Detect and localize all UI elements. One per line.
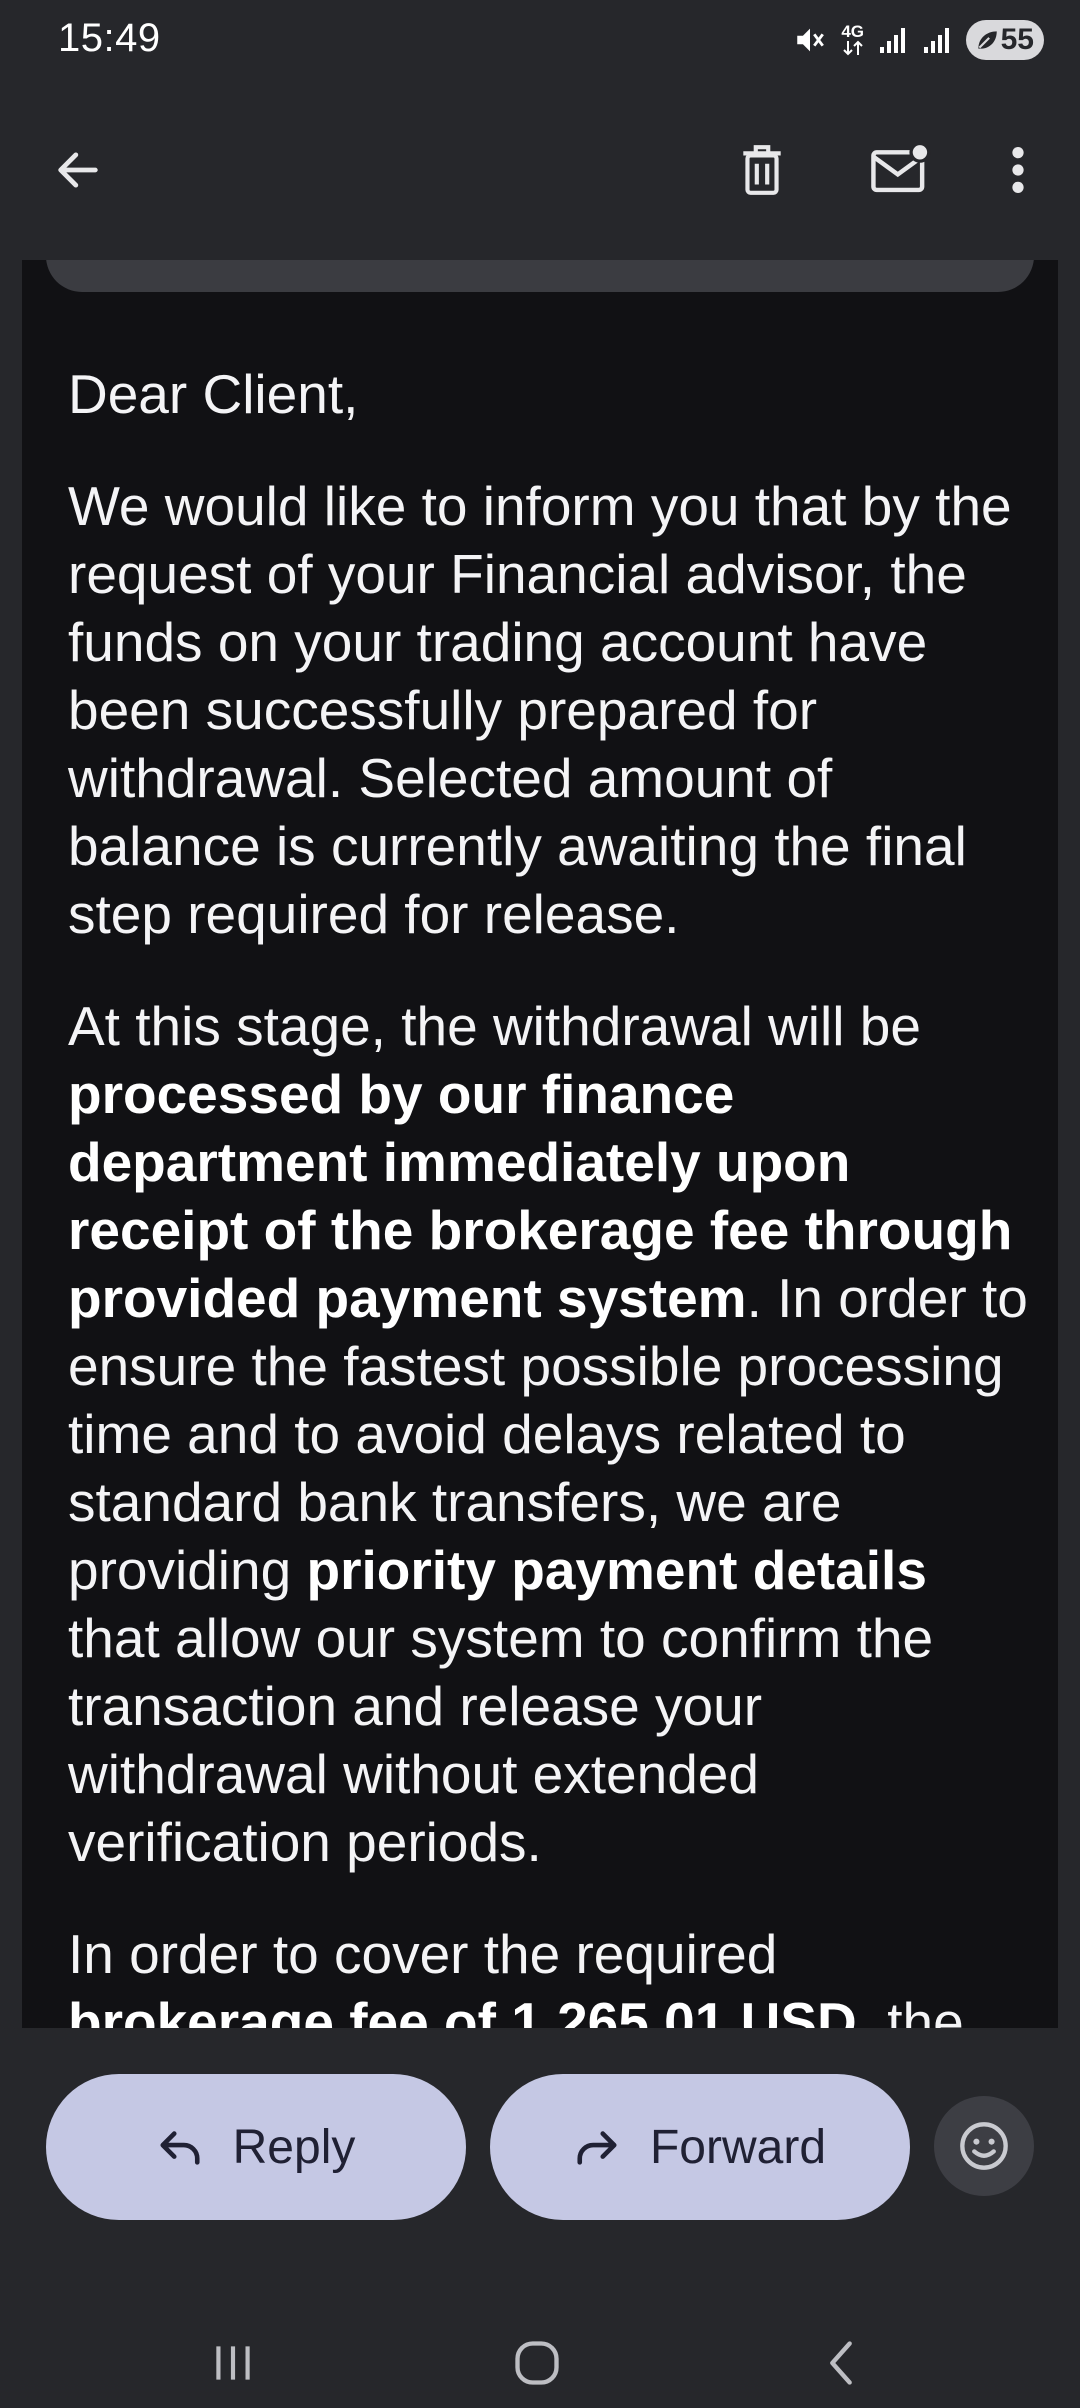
back-icon[interactable] — [796, 2318, 886, 2408]
system-nav-bar — [0, 2300, 1080, 2400]
p2-bold-d: priority payment details — [306, 1539, 927, 1601]
more-vert-icon[interactable] — [978, 130, 1058, 210]
signal-icon — [922, 25, 952, 55]
emoji-reaction-button[interactable] — [934, 2096, 1034, 2196]
mark-unread-icon[interactable] — [860, 130, 940, 210]
network-label: 4G — [841, 22, 864, 41]
p2-text-a: At this stage, the withdrawal will be — [68, 995, 921, 1057]
battery-icon: 55 — [966, 20, 1044, 60]
bottom-action-bar: Reply Forward — [0, 2028, 1080, 2400]
reply-button[interactable]: Reply — [46, 2074, 466, 2220]
email-content[interactable]: Dear Client, We would like to inform you… — [22, 260, 1058, 2028]
email-toolbar — [0, 80, 1080, 260]
status-icons: 4G 55 — [793, 18, 1044, 62]
signal-icon — [878, 25, 908, 55]
p3-text-c: , the — [856, 1991, 964, 2028]
reply-icon — [160, 2131, 200, 2165]
forward-button[interactable]: Forward — [490, 2074, 910, 2220]
email-paragraph-1: We would like to inform you that by the … — [68, 475, 1012, 945]
email-greeting: Dear Client, — [68, 363, 359, 425]
mute-icon — [793, 23, 827, 57]
email-paragraph-3: In order to cover the required brokerage… — [68, 1920, 1028, 2028]
trash-icon[interactable] — [722, 130, 802, 210]
status-bar: 15:49 4G 55 — [0, 0, 1080, 80]
recents-icon[interactable] — [188, 2318, 278, 2408]
status-time: 15:49 — [58, 16, 161, 60]
forward-icon — [577, 2131, 617, 2165]
home-icon[interactable] — [492, 2318, 582, 2408]
battery-level: 55 — [1000, 23, 1034, 56]
collapsed-header-card[interactable] — [46, 260, 1034, 292]
back-arrow-icon[interactable] — [38, 130, 118, 210]
email-body: Dear Client, We would like to inform you… — [68, 360, 1028, 2028]
email-paragraph-2: At this stage, the withdrawal will be pr… — [68, 992, 1028, 1876]
reply-label: Reply — [232, 2120, 356, 2174]
emoji-icon — [960, 2122, 1008, 2170]
p3-text-a: In order to cover the required — [68, 1923, 778, 1985]
forward-label: Forward — [649, 2120, 827, 2174]
network-4g-icon: 4G — [841, 22, 864, 56]
p2-text-e: that allow our system to confirm the tra… — [68, 1607, 934, 1873]
p3-bold-b: brokerage fee of 1,265.01 USD — [68, 1991, 857, 2028]
